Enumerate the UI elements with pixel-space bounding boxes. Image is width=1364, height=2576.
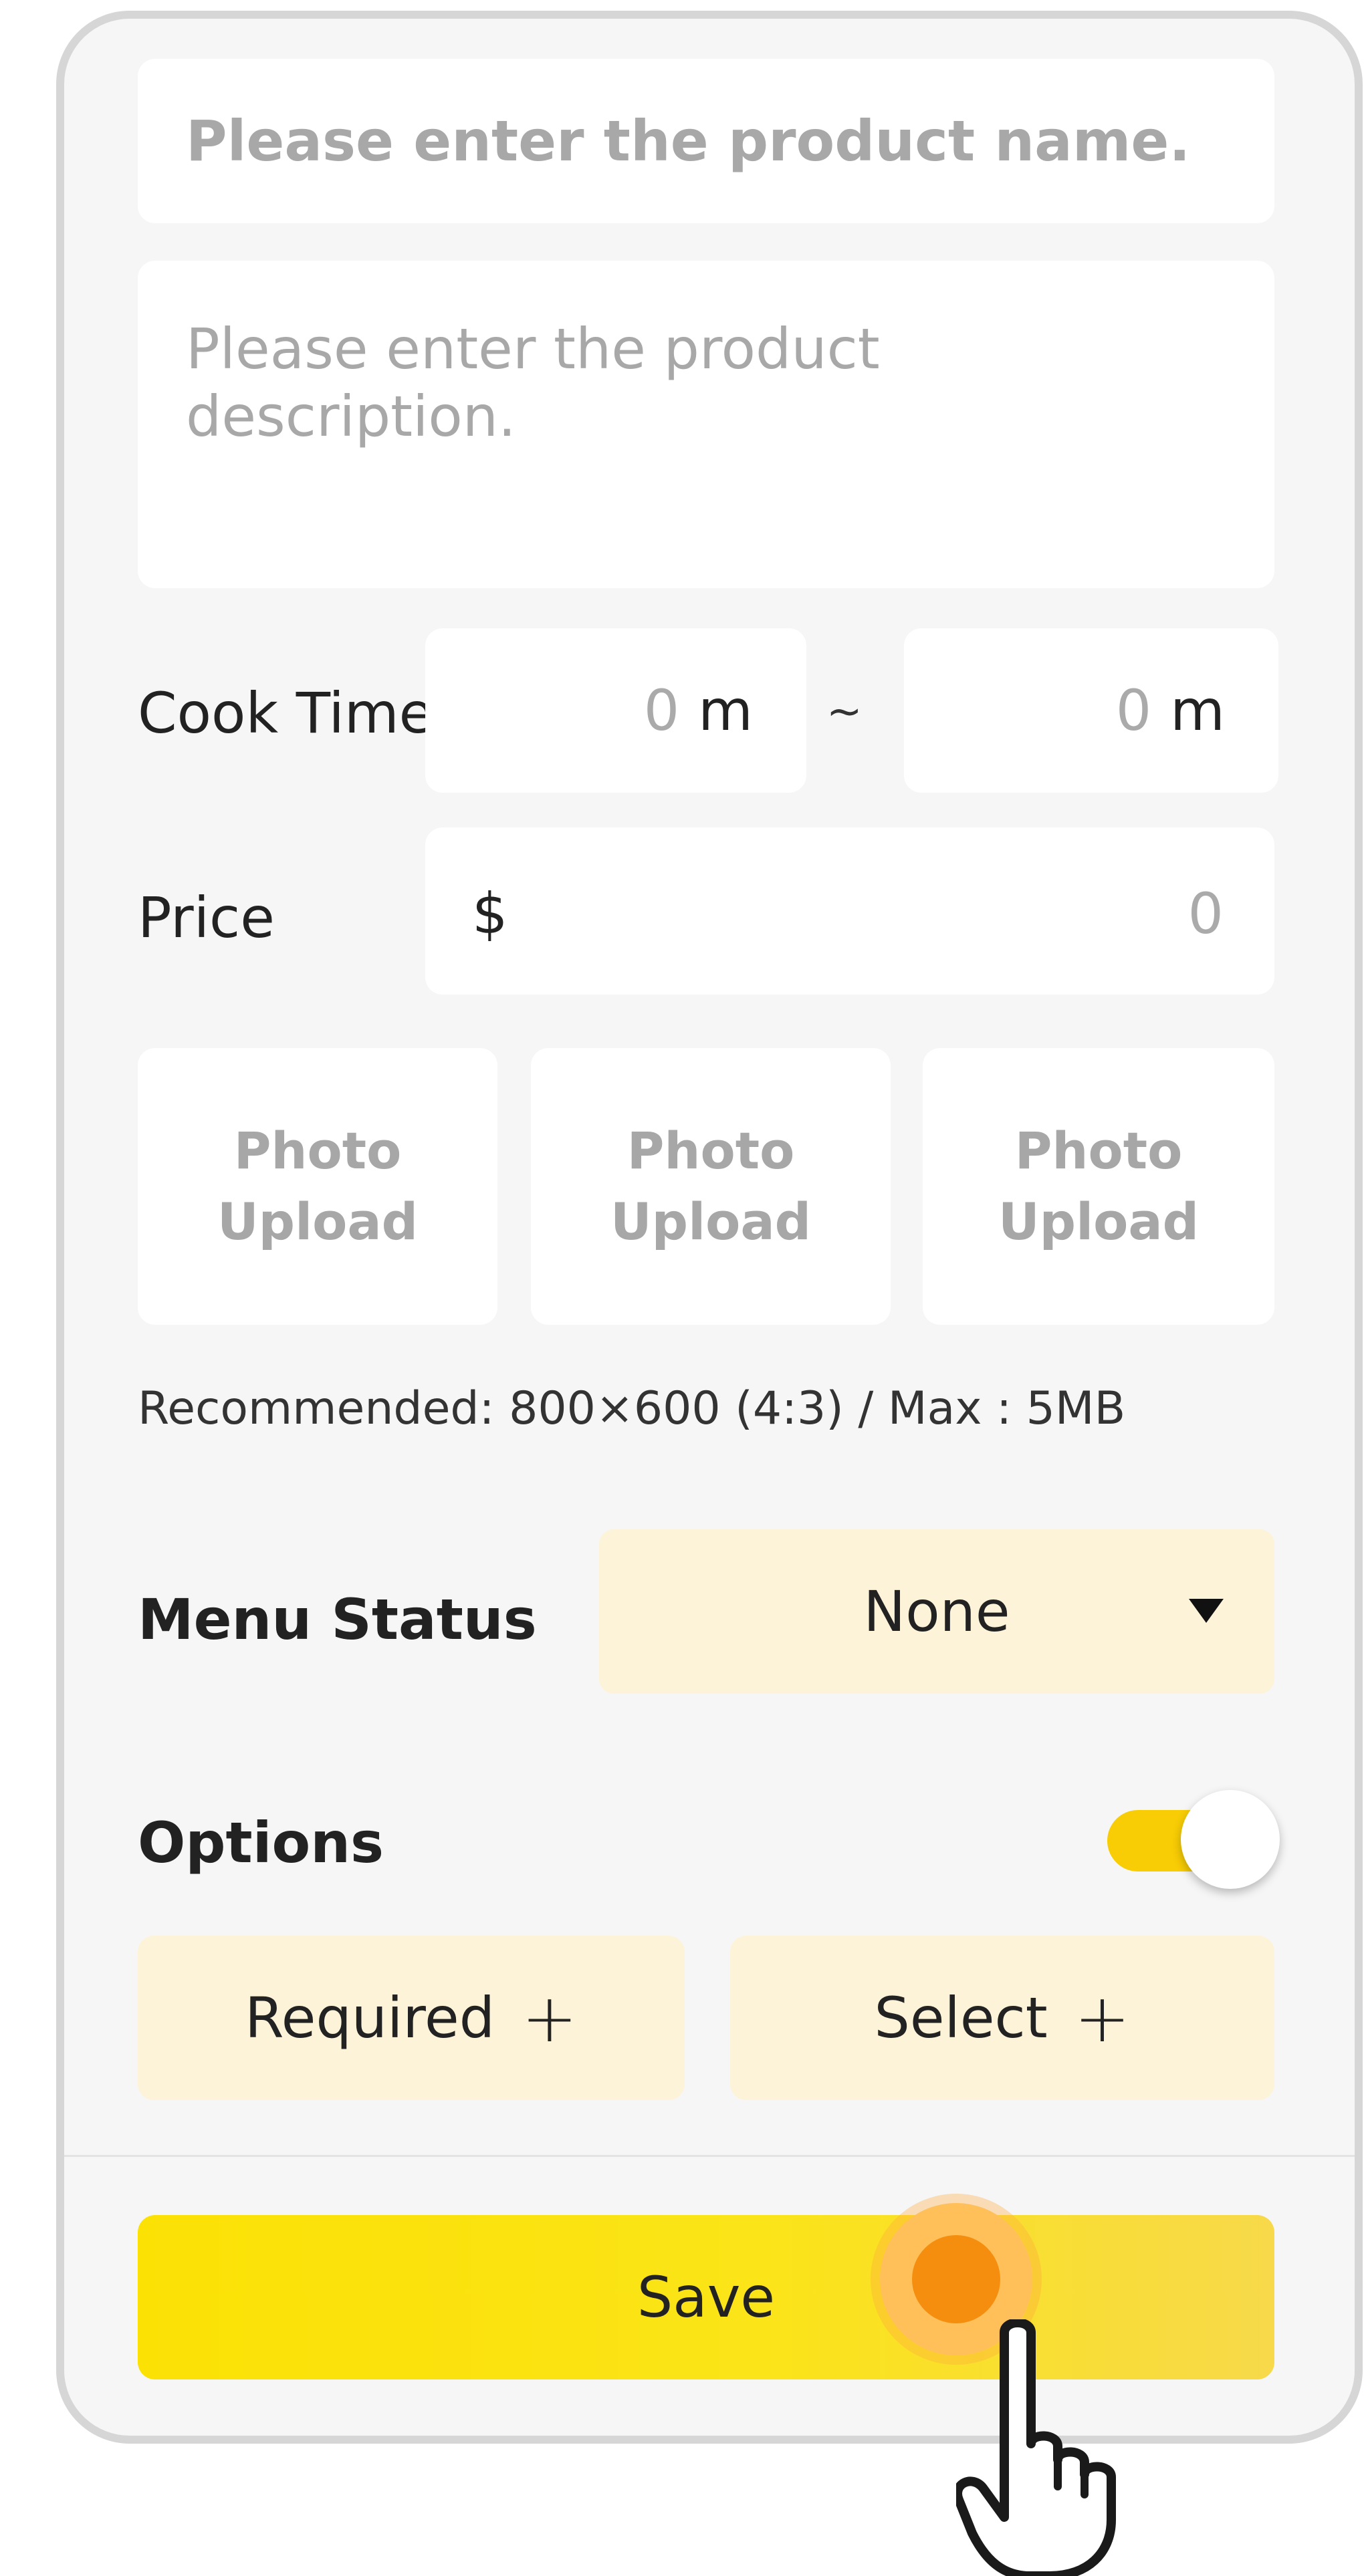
price-value: 0 [1187,881,1224,946]
menu-status-value: None [863,1579,1010,1644]
plus-icon: + [1074,1978,1131,2057]
photo-upload-button-1[interactable]: Photo Upload [138,1048,497,1325]
add-required-option-button[interactable]: Required + [138,1936,685,2100]
footer-divider [64,2155,1355,2157]
pointer-hand-icon [956,2319,1116,2576]
photo-upload-label-line1: Photo [233,1120,402,1180]
tap-indicator-dot [912,2235,1000,2323]
photo-upload-button-3[interactable]: Photo Upload [923,1048,1274,1325]
cook-time-separator: ~ [826,687,863,737]
product-description-placeholder: Please enter the product description. [186,316,880,449]
menu-status-select[interactable]: None [599,1529,1274,1694]
add-select-option-button[interactable]: Select + [730,1936,1274,2100]
product-name-placeholder: Please enter the product name. [186,108,1191,174]
cook-time-max-value: 0 [1115,678,1152,743]
menu-status-label: Menu Status [138,1587,537,1652]
photo-upload-button-2[interactable]: Photo Upload [531,1048,891,1325]
cook-time-min-value: 0 [643,678,680,743]
cook-time-min-unit: m [698,678,753,743]
plus-icon: + [522,1978,578,2057]
photo-upload-label-line1: Photo [1014,1120,1183,1180]
required-label: Required [245,1985,495,2051]
cook-time-label: Cook Time [138,680,434,746]
price-label: Price [138,885,275,950]
product-description-textarea[interactable]: Please enter the product description. [138,261,1274,588]
photo-size-hint: Recommended: 800×600 (4:3) / Max : 5MB [138,1382,1126,1435]
chevron-down-icon [1189,1599,1224,1623]
cook-time-min-input[interactable]: 0 m [425,628,806,793]
select-label: Select [874,1985,1048,2051]
options-label: Options [138,1810,384,1876]
photo-upload-label-line2: Upload [610,1192,812,1251]
cook-time-max-unit: m [1170,678,1225,743]
currency-symbol: $ [472,881,508,946]
toggle-knob [1181,1790,1280,1889]
options-toggle[interactable] [1107,1790,1281,1890]
photo-upload-label-line1: Photo [627,1120,795,1180]
photo-upload-label-line2: Upload [998,1192,1200,1251]
product-name-input[interactable]: Please enter the product name. [138,59,1274,223]
price-input[interactable]: $ 0 [425,827,1274,995]
product-form-card: Please enter the product name. Please en… [56,11,1363,2444]
photo-upload-label-line2: Upload [217,1192,419,1251]
cook-time-max-input[interactable]: 0 m [904,628,1278,793]
save-button-label: Save [637,2265,776,2330]
